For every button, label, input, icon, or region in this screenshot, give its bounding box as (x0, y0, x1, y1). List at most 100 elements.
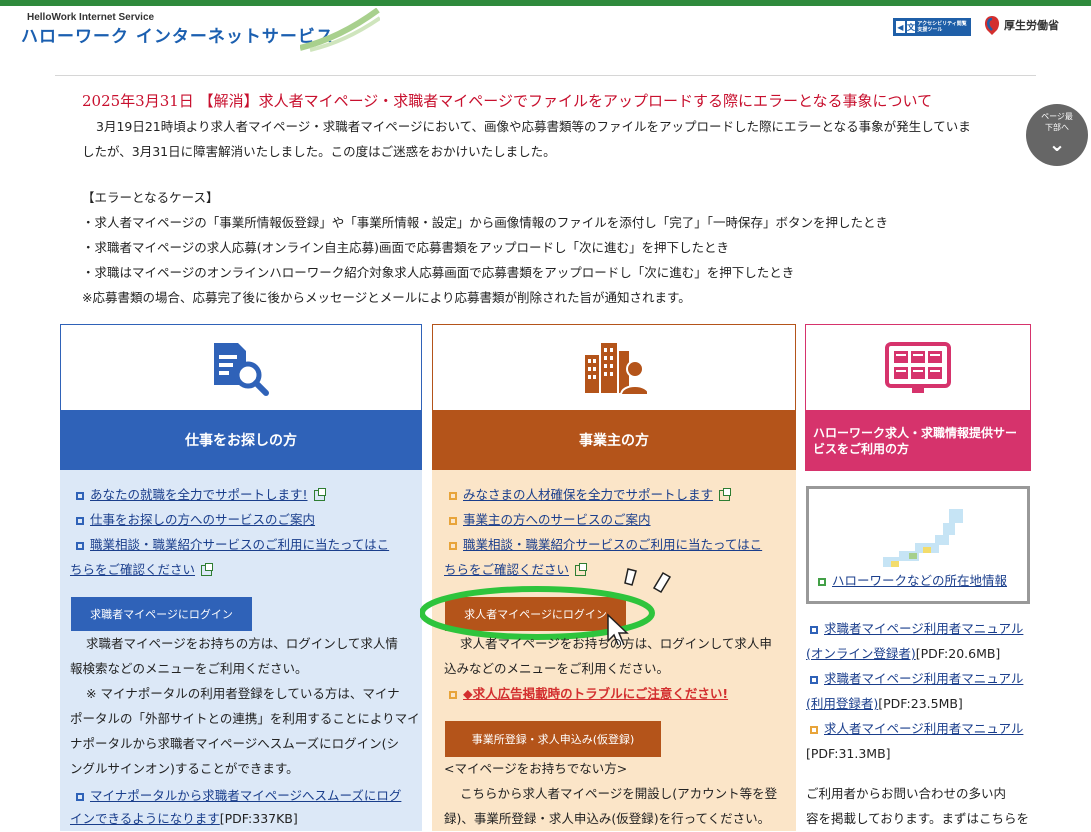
mynaportal-link[interactable]: マイナポータルから求職者マイページへスムーズにログ (76, 783, 401, 809)
job-seeker-link-2[interactable]: 仕事をお探しの方へのサービスのご案内 (76, 507, 315, 533)
job-seeker-desc: 求職者マイページをお持ちの方は、ログインして求人情 (86, 636, 398, 651)
register-desc: こちらから求人者マイページを開設し(アカウント等を登 (460, 786, 778, 801)
bullet-icon (76, 541, 84, 550)
page-bottom-button[interactable]: ページ最下部へ ⌄ (1026, 104, 1088, 166)
external-window-icon (719, 488, 732, 501)
job-seeker-link-3-cont[interactable]: ちらをご確認ください (70, 557, 214, 583)
employer-title: 事業主の方 (579, 433, 649, 449)
notice-line: したが、3月31日に障害解消いたしました。この度はご迷惑をおかけいたしました。 (82, 144, 556, 159)
manual-link-2-cont[interactable]: (利用登録者)[PDF:23.5MB] (806, 691, 963, 717)
notice-line: 【エラーとなるケース】 (82, 190, 219, 205)
faq-text: 容を掲載しております。まずはこちらを (806, 811, 1030, 826)
location-info-link[interactable]: ハローワークなどの所在地情報 (832, 573, 1007, 588)
pdf-size: [PDF:23.5MB] (878, 696, 963, 711)
map-link[interactable]: ハローワークなどの所在地情報 (818, 568, 1007, 594)
pdf-size: [PDF:31.3MB] (806, 746, 891, 761)
job-seeker-desc: ※ マイナポータルの利用者登録をしている方は、マイナ (86, 686, 400, 701)
consultation-link-cont[interactable]: ちらをご確認ください (70, 562, 195, 577)
pdf-size: [PDF:337KB] (219, 811, 298, 826)
ministry-logo-icon (984, 16, 1000, 35)
employer-guide-link[interactable]: 事業主の方へのサービスのご案内 (463, 512, 651, 527)
monitor-listings-icon (885, 341, 951, 393)
talent-support-link[interactable]: みなさまの人材確保を全力でサポートします (463, 487, 713, 502)
emphasis-marks-icon (624, 568, 672, 594)
job-seeker-desc: ポータルの「外部サイトとの連携」を利用することによりマイ (70, 711, 420, 726)
faq-text: ご利用者からお問い合わせの多い内 (806, 786, 1007, 801)
bullet-icon (810, 675, 818, 684)
manual-link-text[interactable]: 求職者マイページ利用者マニュアル (824, 671, 1023, 686)
register-desc: 録)、事業所登録・求人申込み(仮登録)を行ってください。 (444, 811, 771, 826)
map-box[interactable]: ハローワークなどの所在地情報 (806, 486, 1030, 604)
notice-line: 3月19日21時頃より求人者マイページ・求職者マイページにおいて、画像や応募書類… (96, 119, 971, 134)
bullet-icon (76, 491, 84, 500)
manual-link-text[interactable]: 求職者マイページ利用者マニュアル (824, 621, 1023, 636)
mynaportal-link-text-cont[interactable]: インできるようになります (70, 811, 220, 826)
bullet-icon (76, 792, 84, 801)
logo-swoosh-icon (300, 8, 380, 52)
header-divider (55, 75, 1036, 76)
manual-link-text-cont[interactable]: (オンライン登録者) (806, 646, 916, 661)
employer-link-1[interactable]: みなさまの人材確保を全力でサポートします (449, 482, 732, 508)
notice-title[interactable]: 2025年3月31日 【解消】求人者マイページ・求職者マイページでファイルをアッ… (82, 90, 932, 111)
ministry-logo[interactable]: 厚生労働省 (982, 14, 1059, 36)
logo-japanese: ハローワーク インターネットサービス (21, 27, 334, 47)
job-seeker-desc: ングルサインオン)することができます。 (70, 761, 299, 776)
top-accent-bar (0, 0, 1091, 6)
bullet-icon (810, 725, 818, 734)
info-icon-box (805, 324, 1031, 410)
manual-link-text-cont[interactable]: (利用登録者) (806, 696, 878, 711)
manual-link-2[interactable]: 求職者マイページ利用者マニュアル (810, 666, 1023, 692)
trouble-warning-text[interactable]: ◆求人広告掲載時のトラブルにご注意ください! (463, 686, 728, 701)
pdf-size: [PDF:20.6MB] (915, 646, 1001, 661)
speaker-icon: ◀ (896, 21, 905, 33)
text-size-icon: 文 (906, 21, 916, 33)
external-window-icon (201, 563, 214, 576)
page-bottom-label: ページ最下部へ (1041, 112, 1073, 132)
job-seeker-login-button[interactable]: 求職者マイページにログイン (71, 597, 252, 631)
mynaportal-link-text[interactable]: マイナポータルから求職者マイページへスムーズにログ (90, 788, 401, 803)
job-seeker-login-label: 求職者マイページにログイン (90, 608, 233, 621)
job-seeker-link-3[interactable]: 職業相談・職業紹介サービスのご利用に当たってはこ (76, 532, 389, 558)
employer-header[interactable]: 事業主の方 (432, 410, 796, 470)
notice-line: ・求職者マイページの求人応募(オンライン自主応募)画面で応募書類をアップロードし… (82, 240, 730, 255)
building-person-icon (585, 342, 647, 396)
manual-link-3[interactable]: 求人者マイページ利用者マニュアル (810, 716, 1023, 742)
employer-desc: 込みなどのメニューをご利用ください。 (444, 661, 670, 676)
trouble-warning-link[interactable]: ◆求人広告掲載時のトラブルにご注意ください! (449, 681, 728, 707)
manual-link-text[interactable]: 求人者マイページ利用者マニュアル (824, 721, 1023, 736)
notice-line: ※応募書類の場合、応募完了後に後からメッセージとメールにより応募書類が削除された… (82, 290, 691, 305)
mynaportal-link-cont[interactable]: インできるようになります[PDF:337KB] (70, 806, 298, 832)
support-link[interactable]: あなたの就職を全力でサポートします! (90, 487, 308, 502)
manual-link-1[interactable]: 求職者マイページ利用者マニュアル (810, 616, 1023, 642)
employer-consultation-link[interactable]: 職業相談・職業紹介サービスのご利用に当たってはこ (463, 537, 762, 552)
info-service-card: ハローワーク求人・求職情報提供サービスをご利用の方 (805, 324, 1031, 471)
bullet-icon (449, 690, 457, 699)
accessibility-label: アクセシビリティ閲覧支援ツール (917, 21, 967, 33)
info-service-title: ハローワーク求人・求職情報提供サービスをご利用の方 (813, 425, 1018, 456)
job-seeker-header[interactable]: 仕事をお探しの方 (60, 410, 422, 470)
employer-link-2[interactable]: 事業主の方へのサービスのご案内 (449, 507, 651, 533)
bullet-icon (76, 516, 84, 525)
notice-line: ・求人者マイページの「事業所情報仮登録」や「事業所情報・設定」から画像情報のファ… (82, 215, 889, 230)
employer-link-3[interactable]: 職業相談・職業紹介サービスのご利用に当たってはこ (449, 532, 762, 558)
bullet-icon (449, 541, 457, 550)
job-seeker-desc: 報検索などのメニューをご利用ください。 (70, 661, 308, 676)
service-guide-link[interactable]: 仕事をお探しの方へのサービスのご案内 (90, 512, 315, 527)
bullet-icon (449, 516, 457, 525)
document-search-icon (214, 342, 269, 396)
no-mypage-label: <マイページをお持ちでない方> (444, 761, 628, 776)
business-register-label: 事業所登録・求人申込み(仮登録) (471, 733, 635, 746)
bullet-icon (449, 491, 457, 500)
bullet-icon (818, 577, 826, 586)
notice-line: ・求職はマイページのオンラインハローワーク紹介対象求人応募画面で応募書類をアップ… (82, 265, 795, 280)
accessibility-tool-button[interactable]: ◀ 文 アクセシビリティ閲覧支援ツール (893, 18, 971, 36)
job-seeker-desc: ナポータルから求職者マイページへスムーズにログイン(シ (70, 736, 400, 751)
employer-icon-box (432, 324, 796, 410)
info-service-header[interactable]: ハローワーク求人・求職情報提供サービスをご利用の方 (805, 410, 1031, 471)
business-register-button[interactable]: 事業所登録・求人申込み(仮登録) (445, 721, 661, 757)
japan-map-icon (883, 509, 963, 567)
job-seeker-link-1[interactable]: あなたの就職を全力でサポートします! (76, 482, 326, 508)
bullet-icon (810, 625, 818, 634)
consultation-link[interactable]: 職業相談・職業紹介サービスのご利用に当たってはこ (90, 537, 389, 552)
manual-link-1-cont[interactable]: (オンライン登録者)[PDF:20.6MB] (806, 641, 1000, 667)
